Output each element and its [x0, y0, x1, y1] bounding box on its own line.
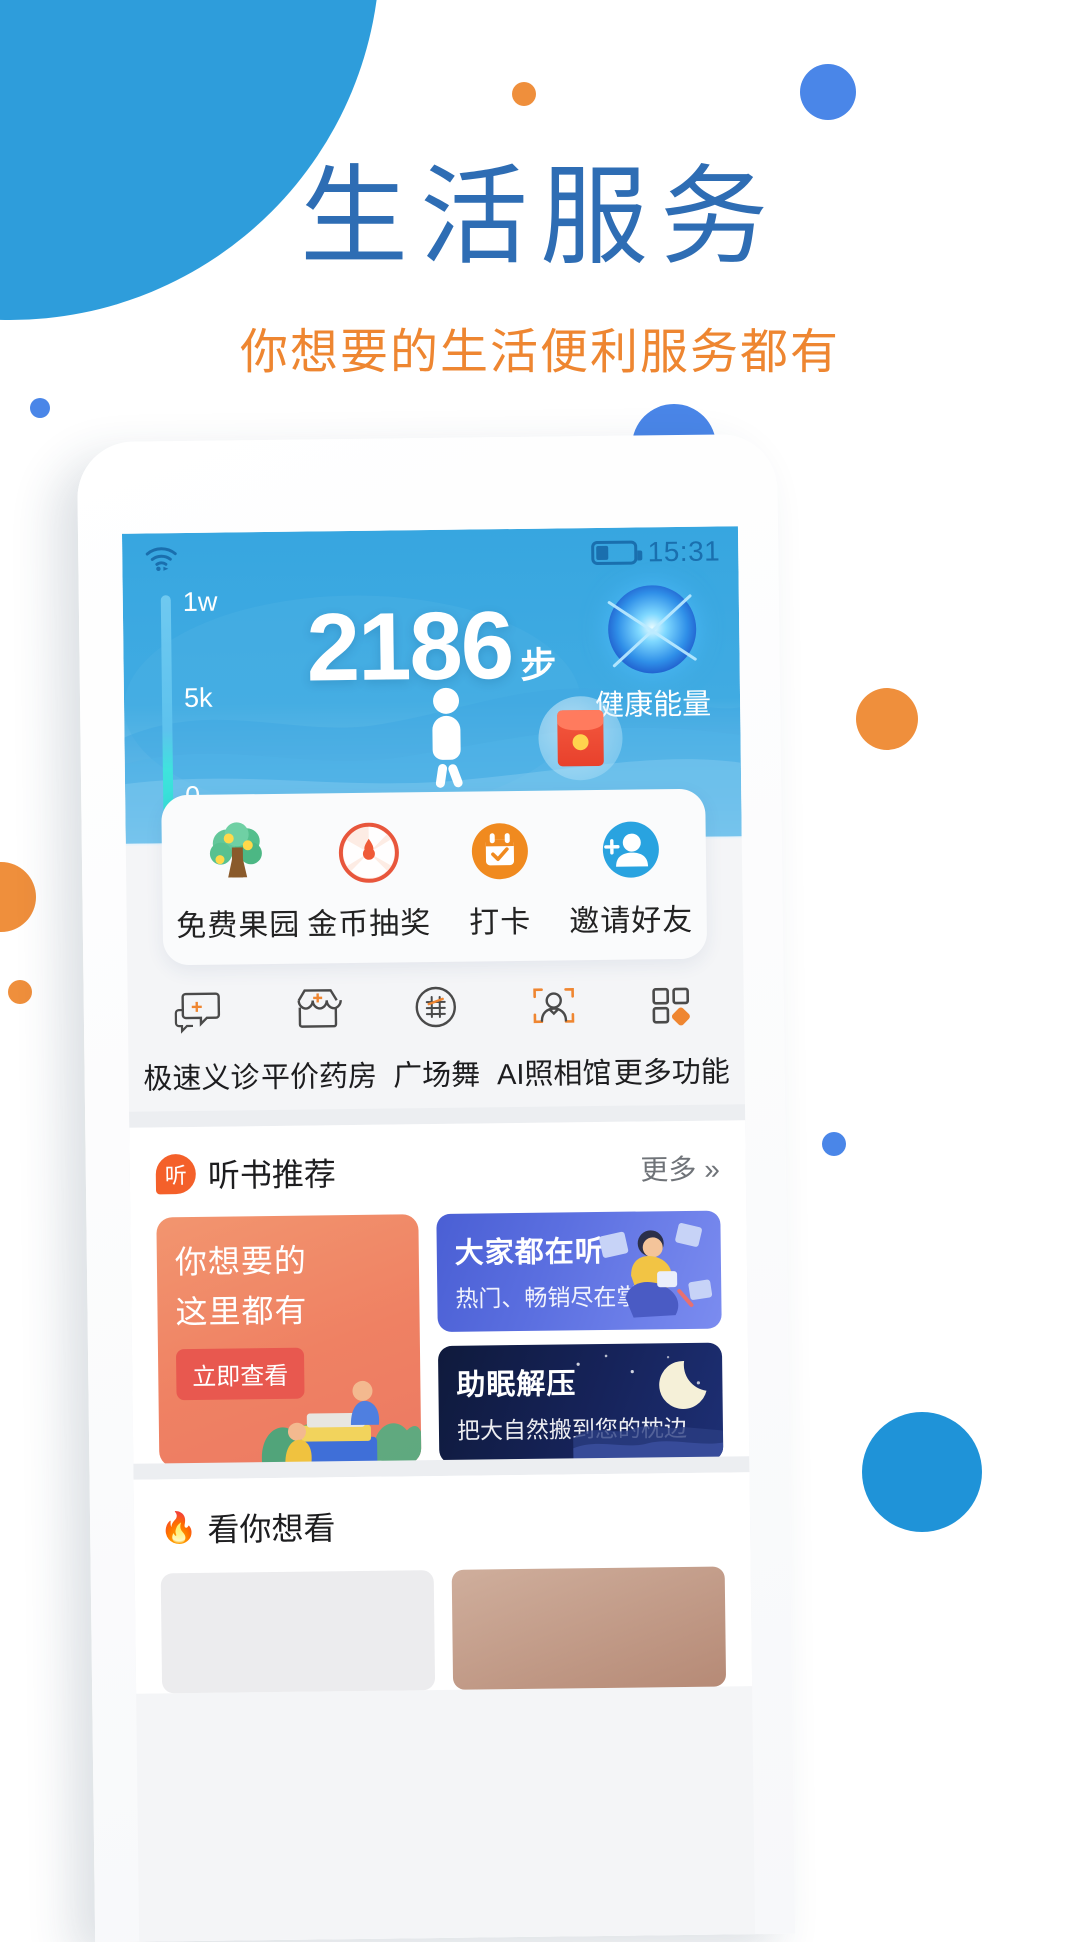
- chevron-double-right-icon: »: [704, 1153, 720, 1185]
- watch-thumbnail-grid: [160, 1566, 727, 1694]
- feature-affordable-pharmacy[interactable]: 平价药房: [259, 971, 378, 1096]
- chat-plus-icon: [141, 972, 260, 1049]
- phone-mockup: 15:31 1w 5k 0 2186步 健康能量: [76, 433, 796, 1942]
- listen-cards-grid: 你想要的 这里都有 立即查看 大家都在听 热门、畅销尽在掌握 助眠解压 把大自然…: [156, 1210, 724, 1468]
- decor-blob-orange-left: [0, 862, 36, 932]
- listener-illustration: [599, 1223, 713, 1318]
- battery-icon: [591, 540, 638, 566]
- decor-dot-blue-1: [800, 64, 856, 120]
- feature-label: 极速义诊: [143, 1062, 260, 1096]
- portrait-scan-icon: [494, 968, 613, 1045]
- decor-blob-blue-right: [862, 1412, 982, 1532]
- listen-section-title: 听书推荐: [207, 1156, 337, 1194]
- listen-badge-icon: 听: [155, 1153, 197, 1195]
- listen-card-sleep[interactable]: 助眠解压 把大自然搬到您的枕边: [437, 1342, 724, 1464]
- feature-label: 更多功能: [613, 1056, 730, 1090]
- status-bar: 15:31: [122, 526, 739, 580]
- quick-action-free-orchard[interactable]: 免费果园: [171, 816, 304, 946]
- feature-label: AI照相馆: [496, 1057, 612, 1092]
- calendar-check-icon: [433, 812, 565, 890]
- decor-dot-blue-3: [822, 1132, 846, 1156]
- watch-thumbnail[interactable]: [160, 1570, 436, 1694]
- quick-action-label: 金币抽奖: [307, 907, 432, 942]
- listen-section-header: 听 听书推荐 更多 »: [155, 1145, 721, 1198]
- energy-orb-icon: [607, 584, 697, 674]
- step-count-value: 2186: [305, 592, 513, 702]
- page-title: 生活服务: [299, 156, 780, 277]
- quick-action-coin-lottery[interactable]: 金币抽奖: [302, 814, 435, 944]
- listen-more-link[interactable]: 更多 »: [640, 1148, 720, 1189]
- watch-recommend-section: 🔥 看你想看: [133, 1472, 753, 1694]
- watch-section-header: 🔥 看你想看: [160, 1499, 725, 1552]
- walking-person-icon: [424, 687, 469, 789]
- feature-square-dance[interactable]: 广场舞: [377, 969, 496, 1094]
- feature-fast-consult[interactable]: 极速义诊: [141, 972, 260, 1097]
- feature-label: 平价药房: [260, 1060, 378, 1095]
- listen-card-featured[interactable]: 你想要的 这里都有 立即查看: [156, 1214, 422, 1468]
- decor-dot-blue-2: [30, 398, 50, 418]
- feature-label: 广场舞: [392, 1059, 481, 1093]
- tree-icon: [171, 816, 303, 894]
- quick-action-check-in[interactable]: 打卡: [433, 812, 566, 942]
- step-count-unit: 步: [520, 644, 557, 686]
- quick-action-label: 邀请好友: [569, 903, 694, 939]
- pharmacy-shop-icon: [259, 971, 378, 1048]
- night-sky-illustration: [573, 1354, 724, 1463]
- status-bar-right: 15:31: [591, 535, 720, 569]
- status-bar-left: [144, 545, 178, 572]
- grid-more-icon: [612, 966, 731, 1043]
- feature-more[interactable]: 更多功能: [612, 966, 731, 1091]
- listen-more-label: 更多: [640, 1153, 697, 1186]
- health-energy-entry[interactable]: 健康能量: [587, 584, 719, 725]
- wifi-icon: [145, 547, 177, 572]
- phone-screen: 15:31 1w 5k 0 2186步 健康能量: [121, 526, 756, 1942]
- feature-row: 极速义诊 平价药房 广场舞 AI照相馆 更多功能: [127, 966, 744, 1098]
- status-bar-clock: 15:31: [647, 535, 721, 568]
- decor-blob-orange-right: [856, 688, 918, 750]
- dance-circle-icon: [377, 969, 496, 1046]
- quick-action-label: 打卡: [469, 905, 532, 940]
- quick-action-invite-friends[interactable]: 邀请好友: [564, 811, 697, 941]
- decor-dot-orange-1: [512, 82, 536, 106]
- watch-thumbnail[interactable]: [451, 1566, 727, 1690]
- listen-cards-column: 大家都在听 热门、畅销尽在掌握 助眠解压 把大自然搬到您的枕边: [436, 1210, 724, 1464]
- feature-ai-photo-studio[interactable]: AI照相馆: [494, 968, 613, 1093]
- fire-icon: 🔥: [159, 1511, 198, 1545]
- invite-friend-icon: [564, 811, 696, 889]
- listen-card-featured-line1: 你想要的: [174, 1242, 308, 1281]
- lottery-wheel-icon: [302, 814, 434, 892]
- reading-illustration: [261, 1380, 422, 1468]
- listen-recommend-section: 听 听书推荐 更多 » 你想要的 这里都有 立即查看 大家都在听 热门、畅销尽在…: [129, 1120, 750, 1494]
- quick-actions-card: 免费果园 金币抽奖 打卡 邀请好友: [161, 788, 708, 966]
- quick-action-label: 免费果园: [176, 908, 301, 944]
- listen-card-popular[interactable]: 大家都在听 热门、畅销尽在掌握: [436, 1210, 722, 1332]
- page-subtitle: 你想要的生活便利服务都有: [239, 326, 840, 379]
- decor-dot-orange-2: [8, 980, 32, 1004]
- watch-section-title: 看你想看: [207, 1510, 336, 1548]
